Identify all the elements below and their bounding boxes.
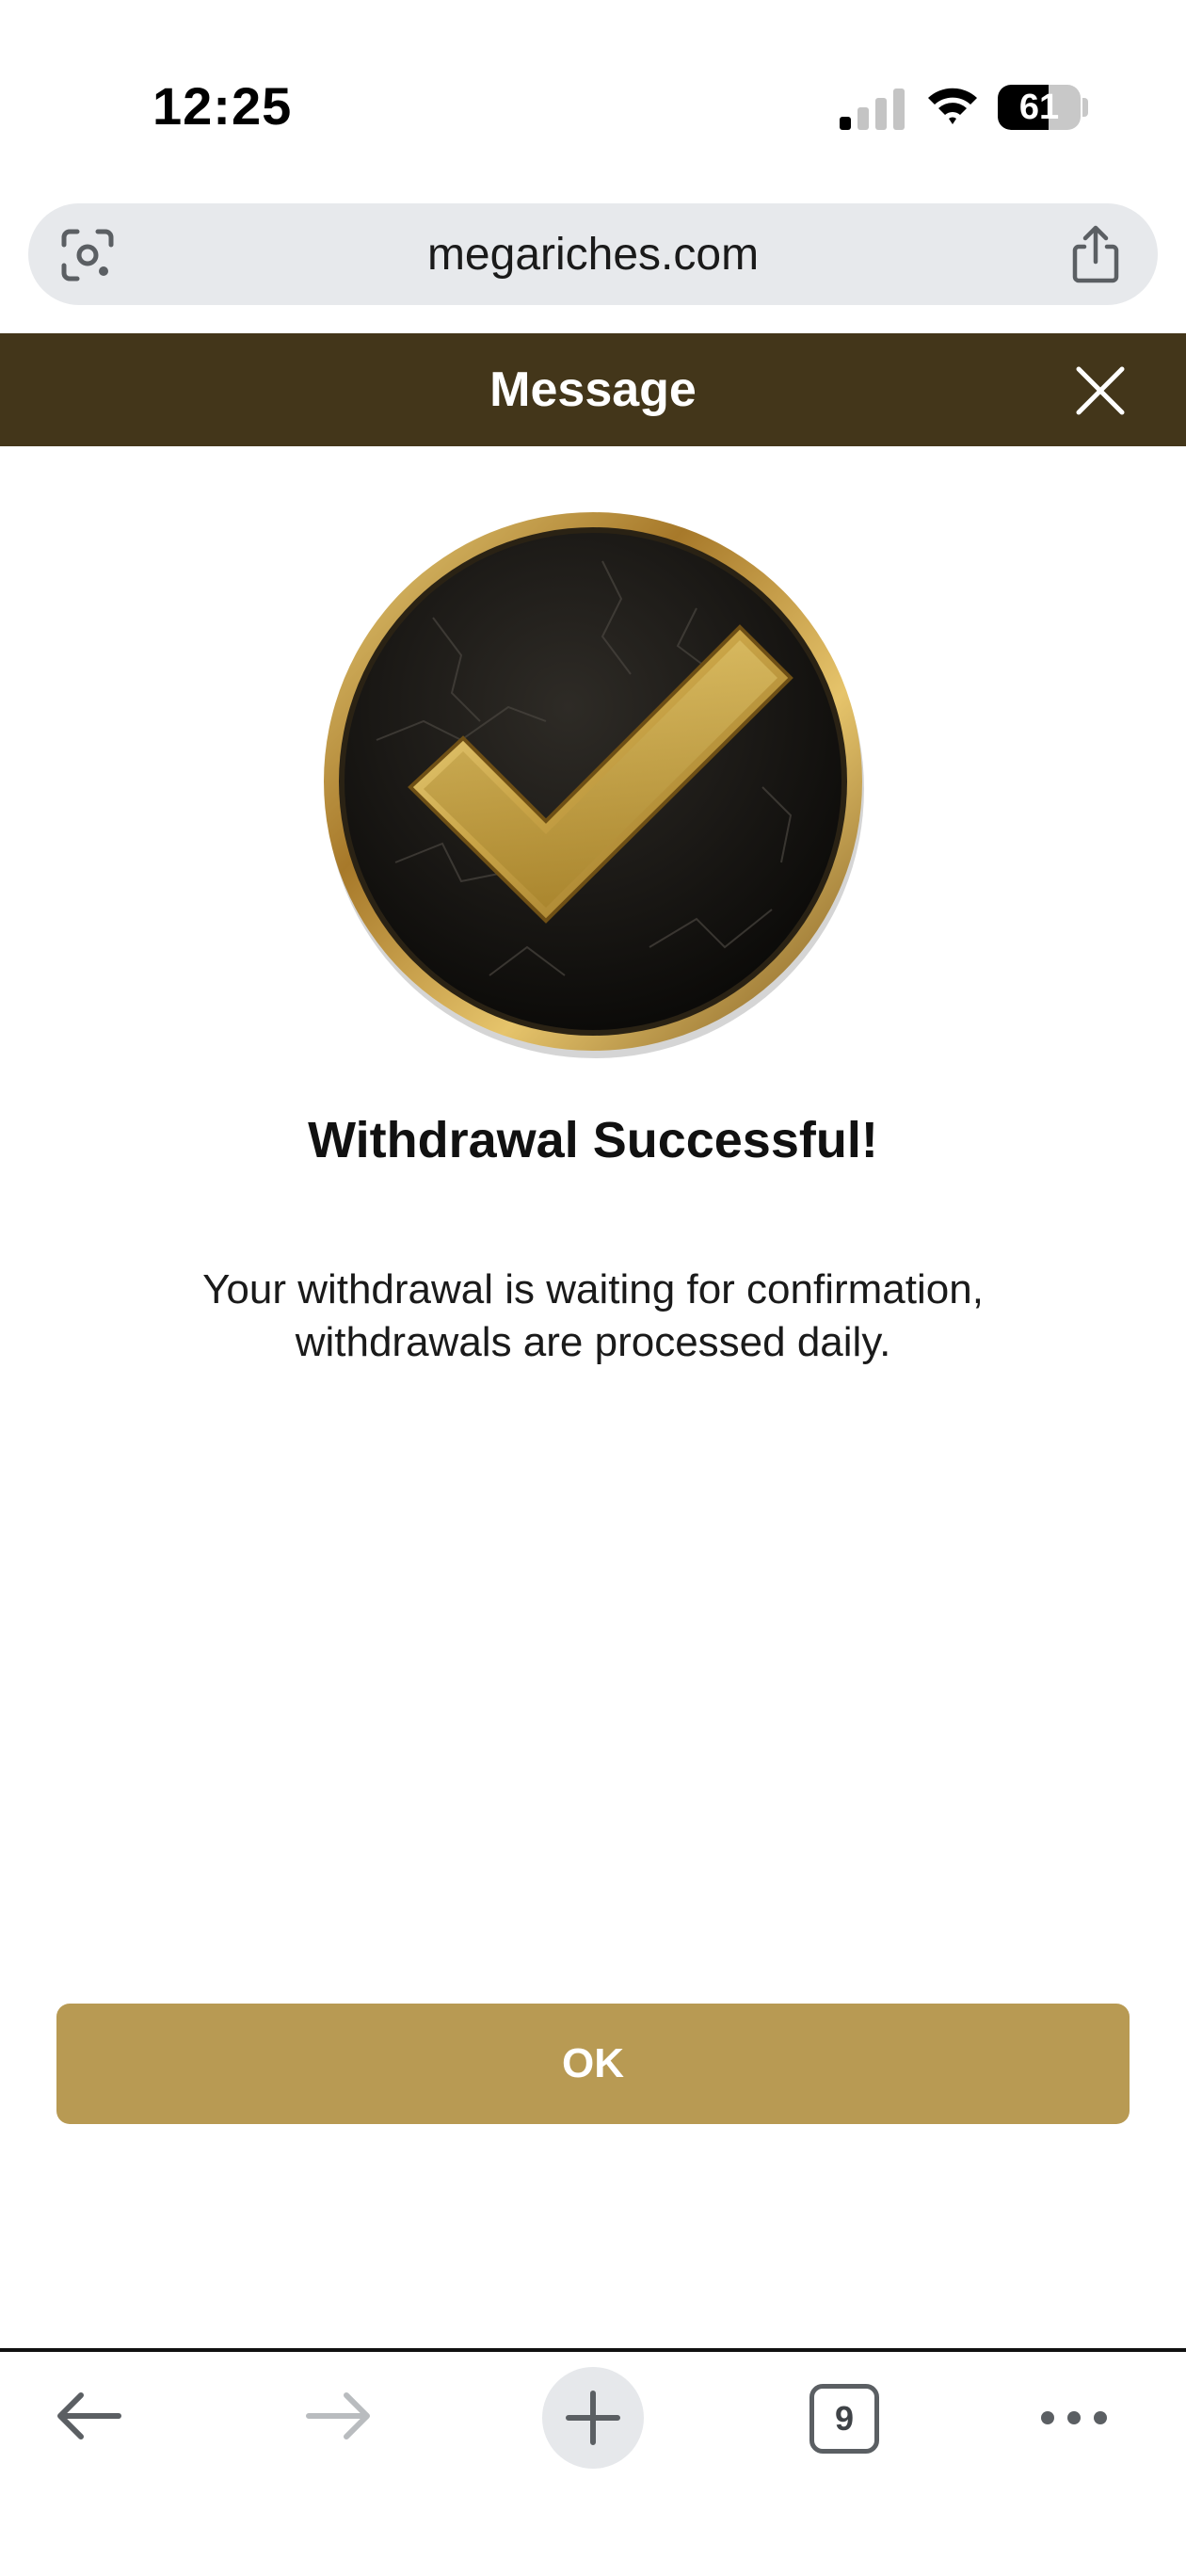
- tab-count-button[interactable]: 9: [809, 2384, 879, 2454]
- battery-icon: 61: [998, 85, 1088, 130]
- status-bar: 12:25 61: [0, 0, 1186, 198]
- wifi-icon: [928, 88, 977, 124]
- new-tab-button[interactable]: [542, 2367, 644, 2469]
- gold-checkmark-icon: [324, 512, 864, 1058]
- url-text[interactable]: megariches.com: [28, 203, 1158, 305]
- back-arrow-icon[interactable]: [53, 2388, 124, 2444]
- share-icon[interactable]: [1067, 224, 1124, 284]
- success-message: Your withdrawal is waiting for confirmat…: [202, 1266, 984, 1365]
- cellular-signal-icon: [840, 89, 905, 130]
- modal-header: Message: [0, 333, 1186, 446]
- close-icon[interactable]: [1071, 362, 1130, 420]
- ok-button[interactable]: OK: [56, 2004, 1130, 2124]
- more-dots-icon[interactable]: [1039, 2401, 1109, 2435]
- battery-level: 61: [1018, 87, 1060, 127]
- address-bar[interactable]: megariches.com: [28, 203, 1158, 305]
- success-heading: Withdrawal Successful!: [308, 1112, 878, 1168]
- plus-icon: [566, 2391, 620, 2445]
- modal-title: Message: [489, 362, 697, 417]
- forward-arrow-icon[interactable]: [303, 2388, 375, 2444]
- status-time: 12:25: [152, 76, 293, 136]
